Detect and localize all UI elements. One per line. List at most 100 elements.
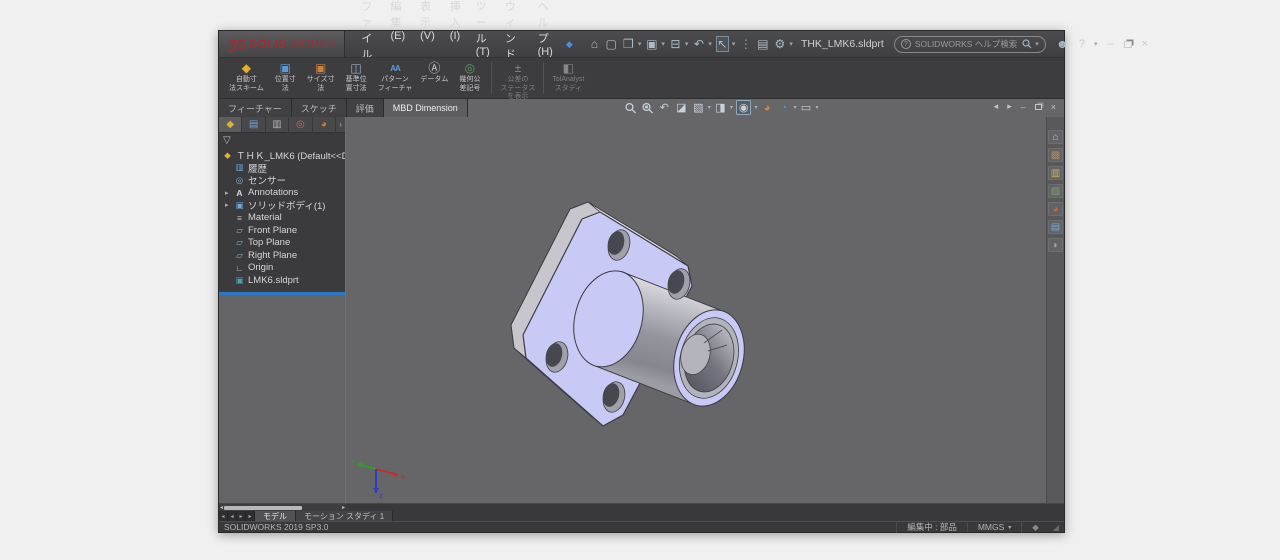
last-tab-icon[interactable]: ▸ — [246, 511, 255, 521]
displaymanager-tab-icon[interactable]: ◕ — [313, 117, 336, 132]
view-orientation-icon[interactable]: ◨ — [714, 101, 727, 114]
doc-restore-button[interactable] — [1035, 104, 1042, 110]
help-search-box[interactable]: ? ▾ — [894, 36, 1046, 53]
tab-sketch[interactable]: スケッチ — [292, 99, 347, 117]
dimxpertmanager-tab-icon[interactable]: ◎ — [289, 117, 312, 132]
undo-icon[interactable]: ↶ — [692, 37, 705, 51]
unit-system-selector[interactable]: MMGS ▾ — [967, 522, 1021, 532]
orientation-caret-icon[interactable]: ▾ — [730, 104, 733, 111]
geometric-tolerance-button[interactable]: ◎ 幾何公 差記号 — [452, 59, 487, 97]
tab-mbd-dimension[interactable]: MBD Dimension — [384, 99, 468, 117]
restore-button[interactable] — [1124, 41, 1132, 48]
datum-button[interactable]: Ⓐ データム — [416, 59, 452, 97]
select-cursor-icon[interactable]: ↖ — [716, 36, 729, 52]
undo-caret-icon[interactable]: ▾ — [708, 40, 712, 48]
tree-item-origin[interactable]: ∟ Origin — [219, 262, 345, 275]
expand-arrow-icon[interactable]: ▸ — [225, 201, 229, 209]
zoom-to-fit-icon[interactable] — [624, 102, 637, 114]
scroll-left-icon[interactable]: ◂ — [220, 505, 223, 511]
apply-scene-icon[interactable]: ◔ — [777, 102, 790, 114]
print-icon[interactable]: ⊟ — [669, 37, 682, 51]
size-dimension-button[interactable]: ▣ サイズ寸 法 — [303, 59, 339, 97]
model-tab[interactable]: モデル — [255, 511, 296, 521]
tab-evaluate[interactable]: 評価 — [347, 99, 384, 117]
tree-item-top-plane[interactable]: ▱ Top Plane — [219, 237, 345, 250]
pane-left-icon[interactable]: ◂ — [994, 101, 999, 112]
open-icon[interactable]: ❐ — [622, 37, 635, 51]
configurationmanager-tab-icon[interactable]: ▥ — [266, 117, 289, 132]
doc-close-button[interactable]: × — [1051, 102, 1056, 112]
scroll-thumb[interactable] — [224, 506, 302, 510]
pin-icon[interactable]: ◆ — [563, 39, 576, 50]
section-view-icon[interactable]: ◪ — [675, 101, 688, 114]
first-tab-icon[interactable]: ◂ — [219, 511, 228, 521]
tree-item-history[interactable]: ▥ 履歴 — [219, 162, 345, 175]
tag-icon[interactable]: ◆ — [1021, 522, 1049, 533]
help-menu-button[interactable]: ? — [1079, 38, 1085, 50]
print-caret-icon[interactable]: ▾ — [685, 40, 689, 48]
file-properties-icon[interactable]: ▤ — [756, 37, 769, 51]
propertymanager-tab-icon[interactable]: ▤ — [242, 117, 265, 132]
task-custom-properties-icon[interactable]: ▤ — [1048, 220, 1063, 234]
edit-appearance-icon[interactable]: ◕ — [760, 102, 773, 114]
task-file-explorer-icon[interactable]: ▨ — [1048, 184, 1063, 198]
dynamic-annotation-views-icon[interactable]: ▧ — [692, 101, 705, 114]
pane-right-icon[interactable]: ▸ — [1007, 101, 1012, 112]
save-icon[interactable]: ▣ — [645, 37, 658, 51]
options-gear-icon[interactable]: ⚙ — [773, 37, 786, 51]
model-flange-lmk6[interactable] — [346, 117, 1046, 503]
graphics-viewport[interactable]: x y z — [346, 117, 1046, 503]
auto-dimension-scheme-button[interactable]: ◆ 自動寸 法スキーム — [225, 59, 268, 97]
next-tab-icon[interactable]: ▸ — [237, 511, 246, 521]
rollback-bar[interactable] — [219, 292, 345, 295]
save-caret-icon[interactable]: ▾ — [661, 40, 665, 48]
close-button[interactable]: × — [1142, 38, 1148, 50]
previous-view-icon[interactable]: ↶ — [658, 101, 671, 114]
tree-item-right-plane[interactable]: ▱ Right Plane — [219, 249, 345, 262]
task-forum-icon[interactable]: ◗ — [1048, 238, 1063, 252]
panel-tabs-overflow-icon[interactable]: › — [336, 117, 345, 132]
doc-minimize-button[interactable]: – — [1021, 102, 1026, 112]
command-manager-ribbon: ◆ 自動寸 法スキーム ▣ 位置寸 法 ▣ サイズ寸 法 ◫ 基準位 置寸法 A… — [219, 57, 1064, 99]
tree-item-front-plane[interactable]: ▱ Front Plane — [219, 224, 345, 237]
tree-item-solid-bodies[interactable]: ▸ ▣ ソリッドボディ(1) — [219, 199, 345, 212]
task-resources-icon[interactable]: ▩ — [1048, 148, 1063, 162]
search-caret-icon[interactable]: ▾ — [1035, 40, 1039, 48]
view-settings-caret-icon[interactable]: ▾ — [815, 104, 818, 111]
prev-tab-icon[interactable]: ◂ — [228, 511, 237, 521]
auto-dimension-icon: ◆ — [242, 61, 251, 76]
home-icon[interactable]: ⌂ — [588, 37, 601, 51]
open-caret-icon[interactable]: ▾ — [638, 40, 642, 48]
motion-study-tab[interactable]: モーション スタディ 1 — [296, 511, 393, 521]
help-caret-icon[interactable]: ▾ — [1094, 40, 1098, 48]
tree-item-sensors[interactable]: ◎ センサー — [219, 174, 345, 187]
scene-caret-icon[interactable]: ▾ — [793, 104, 796, 111]
display-style-caret-icon[interactable]: ▾ — [754, 104, 757, 111]
user-account-icon[interactable]: ☻ — [1056, 37, 1069, 51]
minimize-button[interactable]: – — [1107, 38, 1113, 50]
tree-item-annotations[interactable]: ▸ A Annotations — [219, 187, 345, 200]
featuremanager-tab-icon[interactable]: ◆ — [219, 117, 242, 132]
view-settings-icon[interactable]: ▭ — [799, 101, 812, 114]
display-style-eye-icon[interactable]: ◉ — [736, 100, 752, 115]
location-dimension-button[interactable]: ▣ 位置寸 法 — [268, 59, 303, 97]
help-search-input[interactable] — [915, 39, 1018, 49]
expand-arrow-icon[interactable]: ▸ — [225, 189, 229, 197]
new-document-icon[interactable]: ▢ — [605, 37, 618, 51]
pattern-feature-button[interactable]: AA パターン フィーチャ — [374, 59, 417, 97]
datum-location-dimension-button[interactable]: ◫ 基準位 置寸法 — [339, 59, 374, 97]
select-caret-icon[interactable]: ▾ — [732, 40, 736, 48]
task-design-library-icon[interactable]: ▥ — [1048, 166, 1063, 180]
tree-filter[interactable]: ▽ — [219, 133, 345, 147]
tree-root-part[interactable]: ◆ ＴＨＫ_LMK6 (Default<<Default>_ — [219, 149, 345, 162]
search-magnifier-icon[interactable] — [1022, 39, 1032, 49]
tree-item-material[interactable]: ≡ Material — [219, 212, 345, 225]
tab-features[interactable]: フィーチャー — [219, 99, 292, 117]
options-caret-icon[interactable]: ▾ — [789, 40, 793, 48]
tree-item-imported-part[interactable]: ▣ LMK6.sldprt — [219, 274, 345, 287]
zoom-to-area-icon[interactable] — [641, 102, 654, 114]
annotation-caret-icon[interactable]: ▾ — [708, 104, 711, 111]
task-home-icon[interactable]: ⌂ — [1048, 130, 1063, 144]
task-appearances-icon[interactable]: ◕ — [1048, 202, 1063, 216]
rebuild-traffic-light-icon[interactable]: ⋮ — [739, 37, 752, 51]
